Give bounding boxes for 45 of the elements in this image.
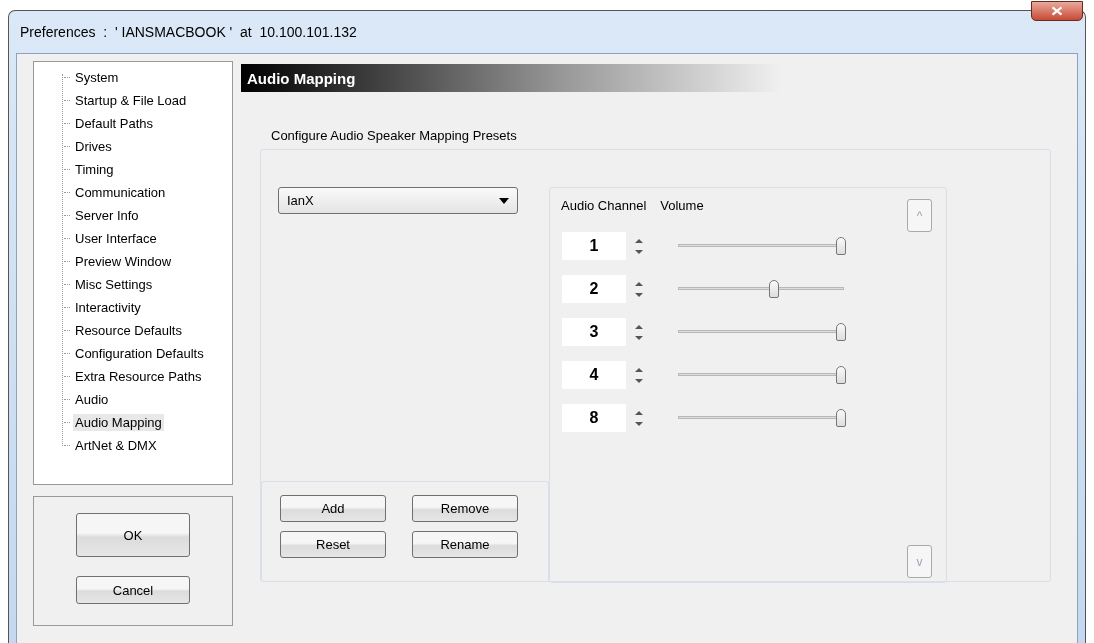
add-button[interactable]: Add xyxy=(280,495,386,522)
slider-thumb[interactable] xyxy=(836,408,846,427)
reset-button[interactable]: Reset xyxy=(280,531,386,558)
volume-slider[interactable] xyxy=(676,408,846,427)
tree-item[interactable]: Drives xyxy=(73,138,114,155)
channel-number-field[interactable]: 3 xyxy=(562,317,626,346)
tree-item[interactable]: Preview Window xyxy=(73,253,174,270)
tree-item[interactable]: Communication xyxy=(73,184,168,201)
group-title: Configure Audio Speaker Mapping Presets xyxy=(271,128,518,143)
volume-slider[interactable] xyxy=(676,322,846,341)
ok-button[interactable]: OK xyxy=(76,513,190,557)
channel-number-field[interactable]: 1 xyxy=(562,231,626,260)
channel-number-field[interactable]: 8 xyxy=(562,403,626,432)
channel-number-field[interactable]: 2 xyxy=(562,274,626,303)
cancel-button[interactable]: Cancel xyxy=(76,576,190,604)
volume-slider[interactable] xyxy=(676,279,846,298)
tree-item[interactable]: Audio Mapping xyxy=(73,414,164,431)
tree-item[interactable]: Misc Settings xyxy=(73,276,155,293)
remove-button[interactable]: Remove xyxy=(412,495,518,522)
slider-thumb[interactable] xyxy=(836,365,846,384)
tree-item[interactable]: Resource Defaults xyxy=(73,322,184,339)
channel-number-field[interactable]: 4 xyxy=(562,360,626,389)
tree-item[interactable]: Configuration Defaults xyxy=(73,345,206,362)
tree-item[interactable]: Startup & File Load xyxy=(73,92,189,109)
tree-item[interactable]: Extra Resource Paths xyxy=(73,368,204,385)
channel-header: Audio Channel xyxy=(561,198,647,215)
tree-item[interactable]: Default Paths xyxy=(73,115,156,132)
tree-item[interactable]: Server Info xyxy=(73,207,141,224)
volume-header: Volume xyxy=(660,198,704,215)
tree-item[interactable]: ArtNet & DMX xyxy=(73,437,159,454)
tree-item[interactable]: Timing xyxy=(73,161,116,178)
rename-button[interactable]: Rename xyxy=(412,531,518,558)
caret-icon xyxy=(499,197,509,204)
tree-item[interactable]: Interactivity xyxy=(73,299,143,316)
slider-thumb[interactable] xyxy=(836,322,846,341)
volume-slider[interactable] xyxy=(676,236,846,255)
tree-item[interactable]: User Interface xyxy=(73,230,159,247)
close-icon[interactable] xyxy=(1031,1,1083,21)
window-title: Preferences : ' IANSMACBOOK ' at 10.100.101.132 xyxy=(20,24,357,40)
preset-dropdown[interactable]: IanX xyxy=(278,187,518,214)
tree-item[interactable]: Audio xyxy=(73,391,111,408)
slider-thumb[interactable] xyxy=(768,279,779,298)
slider-thumb[interactable] xyxy=(836,236,846,255)
tree-item[interactable]: System xyxy=(73,69,121,86)
volume-slider[interactable] xyxy=(676,365,846,384)
